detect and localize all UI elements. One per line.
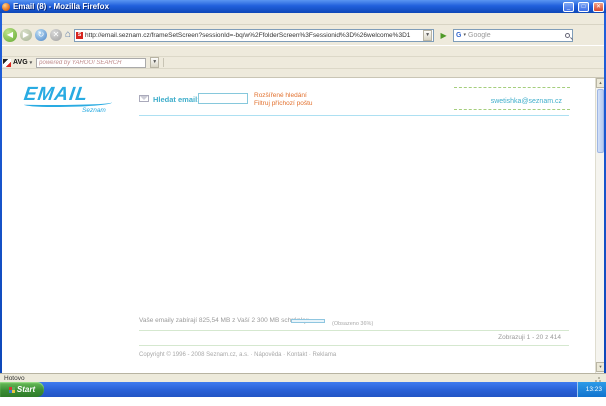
web-developer-toolbar [0, 68, 606, 78]
vertical-scrollbar[interactable]: ▲ ▼ [595, 78, 604, 373]
mail-search-label: Hledat email: [153, 95, 200, 104]
windows-flag-icon [9, 387, 15, 393]
avg-logo[interactable]: AVG ▾ [3, 59, 32, 67]
google-icon: G [456, 32, 461, 39]
menu-bar [0, 13, 606, 25]
avg-logo-icon [3, 59, 11, 67]
quota-note: (Obsazeno 36%) [332, 321, 373, 327]
copyright-footer: Copyright © 1996 - 2008 Seznam.cz, a.s. … [139, 352, 336, 358]
start-label: Start [17, 385, 35, 394]
firefox-app-icon [2, 3, 10, 11]
scrollbar-thumb[interactable] [597, 89, 604, 153]
window-titlebar[interactable]: Email (8) - Mozilla Firefox _ □ ✕ [0, 0, 606, 13]
url-dropdown-button[interactable]: ▼ [423, 30, 432, 41]
resize-grip[interactable] [594, 375, 602, 382]
account-email-link[interactable]: swetishka@seznam.cz [491, 98, 562, 105]
divider [139, 330, 569, 331]
url-input[interactable] [85, 32, 421, 39]
separator [163, 58, 164, 67]
avg-toolbar: AVG ▾ ▼ [0, 56, 606, 68]
site-favicon-icon: S [76, 32, 83, 39]
scroll-up-button[interactable]: ▲ [596, 78, 604, 88]
scroll-down-button[interactable]: ▼ [596, 362, 604, 372]
filter-incoming-link[interactable]: Filtruj příchozí poštu [254, 100, 313, 107]
yahoo-search-input[interactable] [36, 58, 146, 68]
web-search-input[interactable] [468, 32, 563, 39]
desktop-edge [0, 397, 606, 406]
web-search-box[interactable]: G ▾ [453, 29, 573, 42]
email-seznam-logo[interactable]: EMAIL Seznam [24, 84, 134, 116]
quota-text: Vaše emaily zabírají 825,54 MB z Vaší 2 … [139, 317, 309, 324]
url-bar[interactable]: S ▼ [74, 29, 434, 42]
divider [139, 345, 569, 346]
yahoo-search-dropdown-button[interactable]: ▼ [150, 57, 159, 68]
mail-search-input[interactable] [198, 93, 248, 104]
back-button[interactable]: ◀ [3, 28, 17, 42]
window-title: Email (8) - Mozilla Firefox [13, 2, 559, 11]
email-list [139, 115, 569, 116]
reload-button[interactable]: ↻ [35, 29, 47, 41]
quota-progress-bar [291, 319, 325, 323]
search-magnifier-icon[interactable] [565, 33, 570, 38]
envelope-icon [139, 95, 149, 102]
go-button[interactable]: ▶ [437, 29, 450, 42]
navigation-toolbar: ◀ ▶ ↻ ✕ ⌂ S ▼ ▶ G ▾ [0, 25, 606, 45]
dashed-divider [454, 87, 570, 88]
chevron-down-icon: ▾ [30, 60, 33, 66]
close-button[interactable]: ✕ [593, 2, 604, 12]
taskbar-clock: 13:23 [586, 386, 602, 393]
stop-button[interactable]: ✕ [50, 29, 62, 41]
maximize-button[interactable]: □ [578, 2, 589, 12]
logo-subtitle: Seznam [82, 107, 106, 114]
advanced-search-link[interactable]: Rozšířené hledání [254, 92, 307, 99]
desktop-screen: Email (8) - Mozilla Firefox _ □ ✕ ◀ ▶ ↻ … [0, 0, 606, 406]
minimize-button[interactable]: _ [563, 2, 574, 12]
dashed-divider [454, 109, 570, 110]
start-button[interactable]: Start [0, 382, 44, 397]
windows-taskbar: Start 13:23 [0, 382, 606, 397]
chevron-down-icon[interactable]: ▾ [464, 32, 467, 38]
browser-viewport: swetishka@seznam.cz EMAIL Seznam Hledat … [2, 78, 604, 373]
system-tray: 13:23 [577, 382, 606, 397]
showing-range-text: Zobrazuji 1 - 20 z 414 [498, 334, 561, 341]
bookmarks-toolbar [0, 45, 606, 56]
avg-brand-label: AVG [13, 59, 28, 66]
home-button[interactable]: ⌂ [65, 28, 71, 42]
status-bar: Hotovo [0, 373, 606, 382]
status-text: Hotovo [4, 375, 25, 382]
forward-button[interactable]: ▶ [20, 29, 32, 41]
